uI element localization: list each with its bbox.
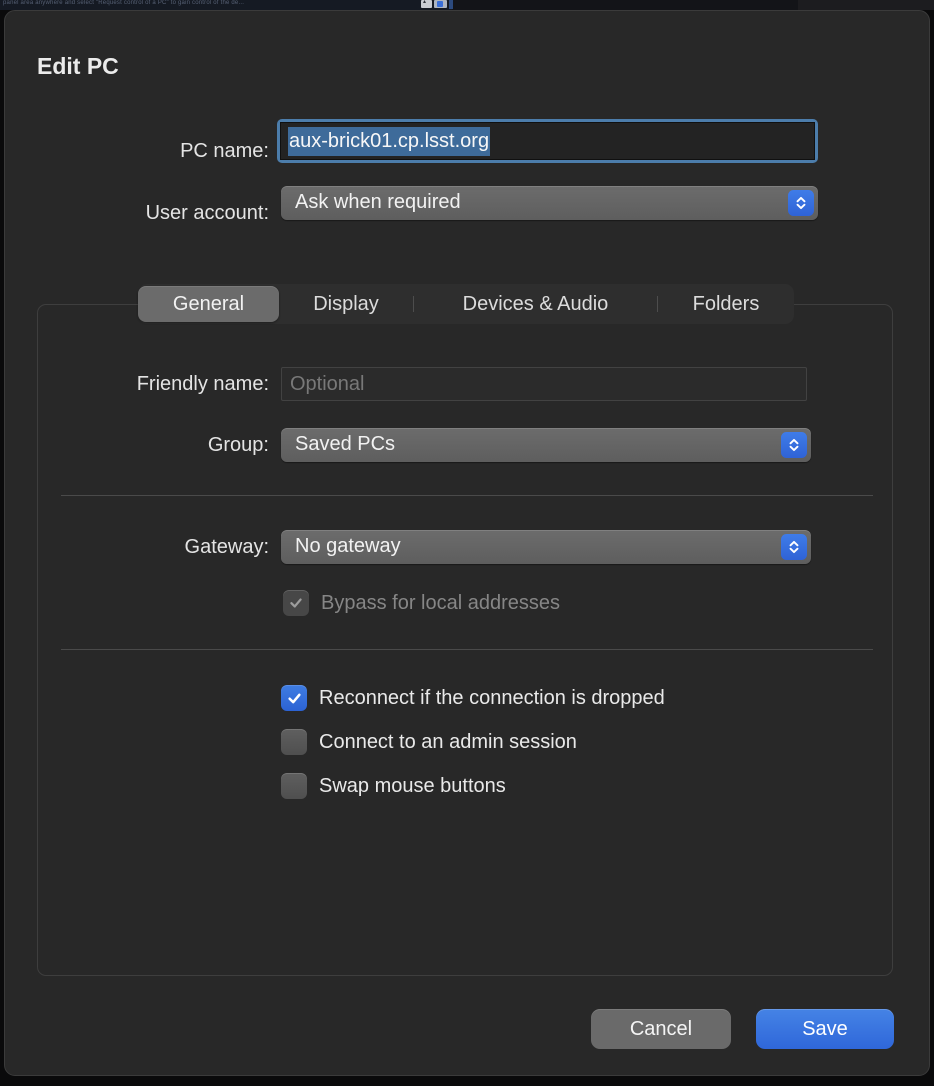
general-tab-panel xyxy=(37,304,893,976)
user-account-label: User account: xyxy=(5,199,269,227)
gateway-value: No gateway xyxy=(295,535,401,557)
user-account-value: Ask when required xyxy=(295,191,461,213)
dialog-title: Edit PC xyxy=(37,53,119,80)
admin-session-label: Connect to an admin session xyxy=(319,731,577,754)
group-dropdown[interactable]: Saved PCs xyxy=(281,428,811,462)
checkbox-unchecked-icon[interactable] xyxy=(281,729,307,755)
chevron-up-down-icon xyxy=(788,190,814,216)
reconnect-label: Reconnect if the connection is dropped xyxy=(319,687,665,710)
gateway-dropdown[interactable]: No gateway xyxy=(281,530,811,564)
background-window-panel: panel area anywhere and select "Request … xyxy=(0,0,452,10)
user-account-dropdown[interactable]: Ask when required xyxy=(281,186,818,220)
group-value: Saved PCs xyxy=(295,433,395,455)
background-window: panel area anywhere and select "Request … xyxy=(0,0,934,10)
tab-display[interactable]: Display xyxy=(279,284,413,324)
pc-name-label: PC name: xyxy=(5,137,269,165)
tab-folders[interactable]: Folders xyxy=(658,284,794,324)
background-window-right xyxy=(798,0,934,10)
divider xyxy=(61,495,873,496)
checkbox-checked-icon xyxy=(283,590,309,616)
tab-bar: General Display Devices & Audio Folders xyxy=(138,284,794,324)
checkbox-checked-icon[interactable] xyxy=(281,685,307,711)
admin-session-checkbox[interactable]: Connect to an admin session xyxy=(281,729,577,755)
pc-name-input[interactable]: aux-brick01.cp.lsst.org xyxy=(280,122,815,160)
chevron-up-down-icon xyxy=(781,432,807,458)
bypass-local-addresses-label: Bypass for local addresses xyxy=(321,592,560,615)
tab-general[interactable]: General xyxy=(138,286,279,322)
friendly-name-input[interactable] xyxy=(281,367,807,401)
cancel-button[interactable]: Cancel xyxy=(591,1009,731,1049)
bypass-local-addresses-checkbox: Bypass for local addresses xyxy=(283,590,560,616)
group-label: Group: xyxy=(5,431,269,459)
divider xyxy=(61,649,873,650)
swap-mouse-checkbox[interactable]: Swap mouse buttons xyxy=(281,773,506,799)
scrollbar-thumb-icon xyxy=(434,0,447,8)
edit-pc-dialog: Edit PC PC name: aux-brick01.cp.lsst.org… xyxy=(4,10,930,1076)
checkbox-unchecked-icon[interactable] xyxy=(281,773,307,799)
scrollbar-arrow-icon xyxy=(421,0,432,8)
background-accent-bar xyxy=(449,0,453,9)
pc-name-field[interactable]: aux-brick01.cp.lsst.org xyxy=(277,119,818,163)
friendly-name-label: Friendly name: xyxy=(5,370,269,398)
gateway-label: Gateway: xyxy=(5,533,269,561)
background-window-text: panel area anywhere and select "Request … xyxy=(3,0,244,6)
save-button[interactable]: Save xyxy=(756,1009,894,1049)
pc-name-selected-text: aux-brick01.cp.lsst.org xyxy=(288,127,490,156)
swap-mouse-label: Swap mouse buttons xyxy=(319,775,506,798)
tab-devices-audio[interactable]: Devices & Audio xyxy=(414,284,657,324)
reconnect-checkbox[interactable]: Reconnect if the connection is dropped xyxy=(281,685,665,711)
chevron-up-down-icon xyxy=(781,534,807,560)
